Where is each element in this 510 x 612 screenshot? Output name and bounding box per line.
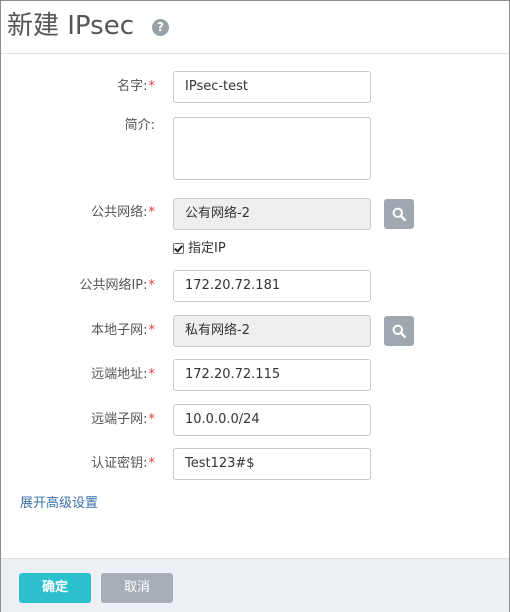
name-input[interactable]: IPsec-test	[173, 71, 371, 103]
public-ip-input[interactable]: 172.20.72.181	[173, 270, 371, 302]
description-textarea[interactable]	[173, 117, 371, 180]
auth-key-label: 认证密钥:*	[91, 456, 156, 471]
show-advanced-settings-link[interactable]: 展开高级设置	[20, 496, 98, 512]
remote-address-label: 远端地址:*	[91, 367, 156, 382]
remote-subnet-label: 远端子网:*	[91, 412, 156, 427]
remote-subnet-input[interactable]: 10.0.0.0/24	[173, 404, 371, 436]
local-subnet-search-button[interactable]	[384, 316, 414, 346]
cancel-button[interactable]: 取消	[101, 573, 173, 603]
local-subnet-field[interactable]: 私有网络-2	[173, 315, 371, 347]
required-mark: *	[148, 456, 156, 471]
search-icon	[392, 324, 406, 338]
auth-key-input[interactable]: Test123#$	[173, 448, 371, 480]
remote-address-input[interactable]: 172.20.72.115	[173, 359, 371, 391]
specify-ip-label: 指定IP	[188, 241, 226, 256]
search-icon	[392, 207, 406, 221]
page-title: 新建 IPsec	[7, 11, 134, 41]
dialog-header: 新建 IPsec ?	[1, 1, 509, 54]
dialog-footer: 确定 取消	[1, 558, 509, 612]
local-subnet-label: 本地子网:*	[91, 323, 156, 338]
help-icon[interactable]: ?	[152, 19, 169, 36]
ipsec-dialog: 新建 IPsec ? 名字:* IPsec-test 简介: 公共网络:* 公有…	[0, 0, 510, 612]
required-mark: *	[148, 323, 156, 338]
required-mark: *	[148, 79, 156, 94]
required-mark: *	[148, 367, 156, 382]
name-label: 名字:*	[117, 79, 156, 94]
public-network-search-button[interactable]	[384, 199, 414, 229]
required-mark: *	[148, 412, 156, 427]
public-network-field[interactable]: 公有网络-2	[173, 198, 371, 230]
public-network-label: 公共网络:*	[91, 205, 156, 220]
required-mark: *	[148, 205, 156, 220]
specify-ip-row: 指定IP	[173, 241, 226, 257]
description-label: 简介:	[124, 118, 155, 133]
public-ip-label: 公共网络IP:*	[79, 278, 156, 293]
required-mark: *	[148, 278, 156, 293]
confirm-button[interactable]: 确定	[19, 573, 91, 603]
specify-ip-checkbox[interactable]	[173, 243, 184, 254]
